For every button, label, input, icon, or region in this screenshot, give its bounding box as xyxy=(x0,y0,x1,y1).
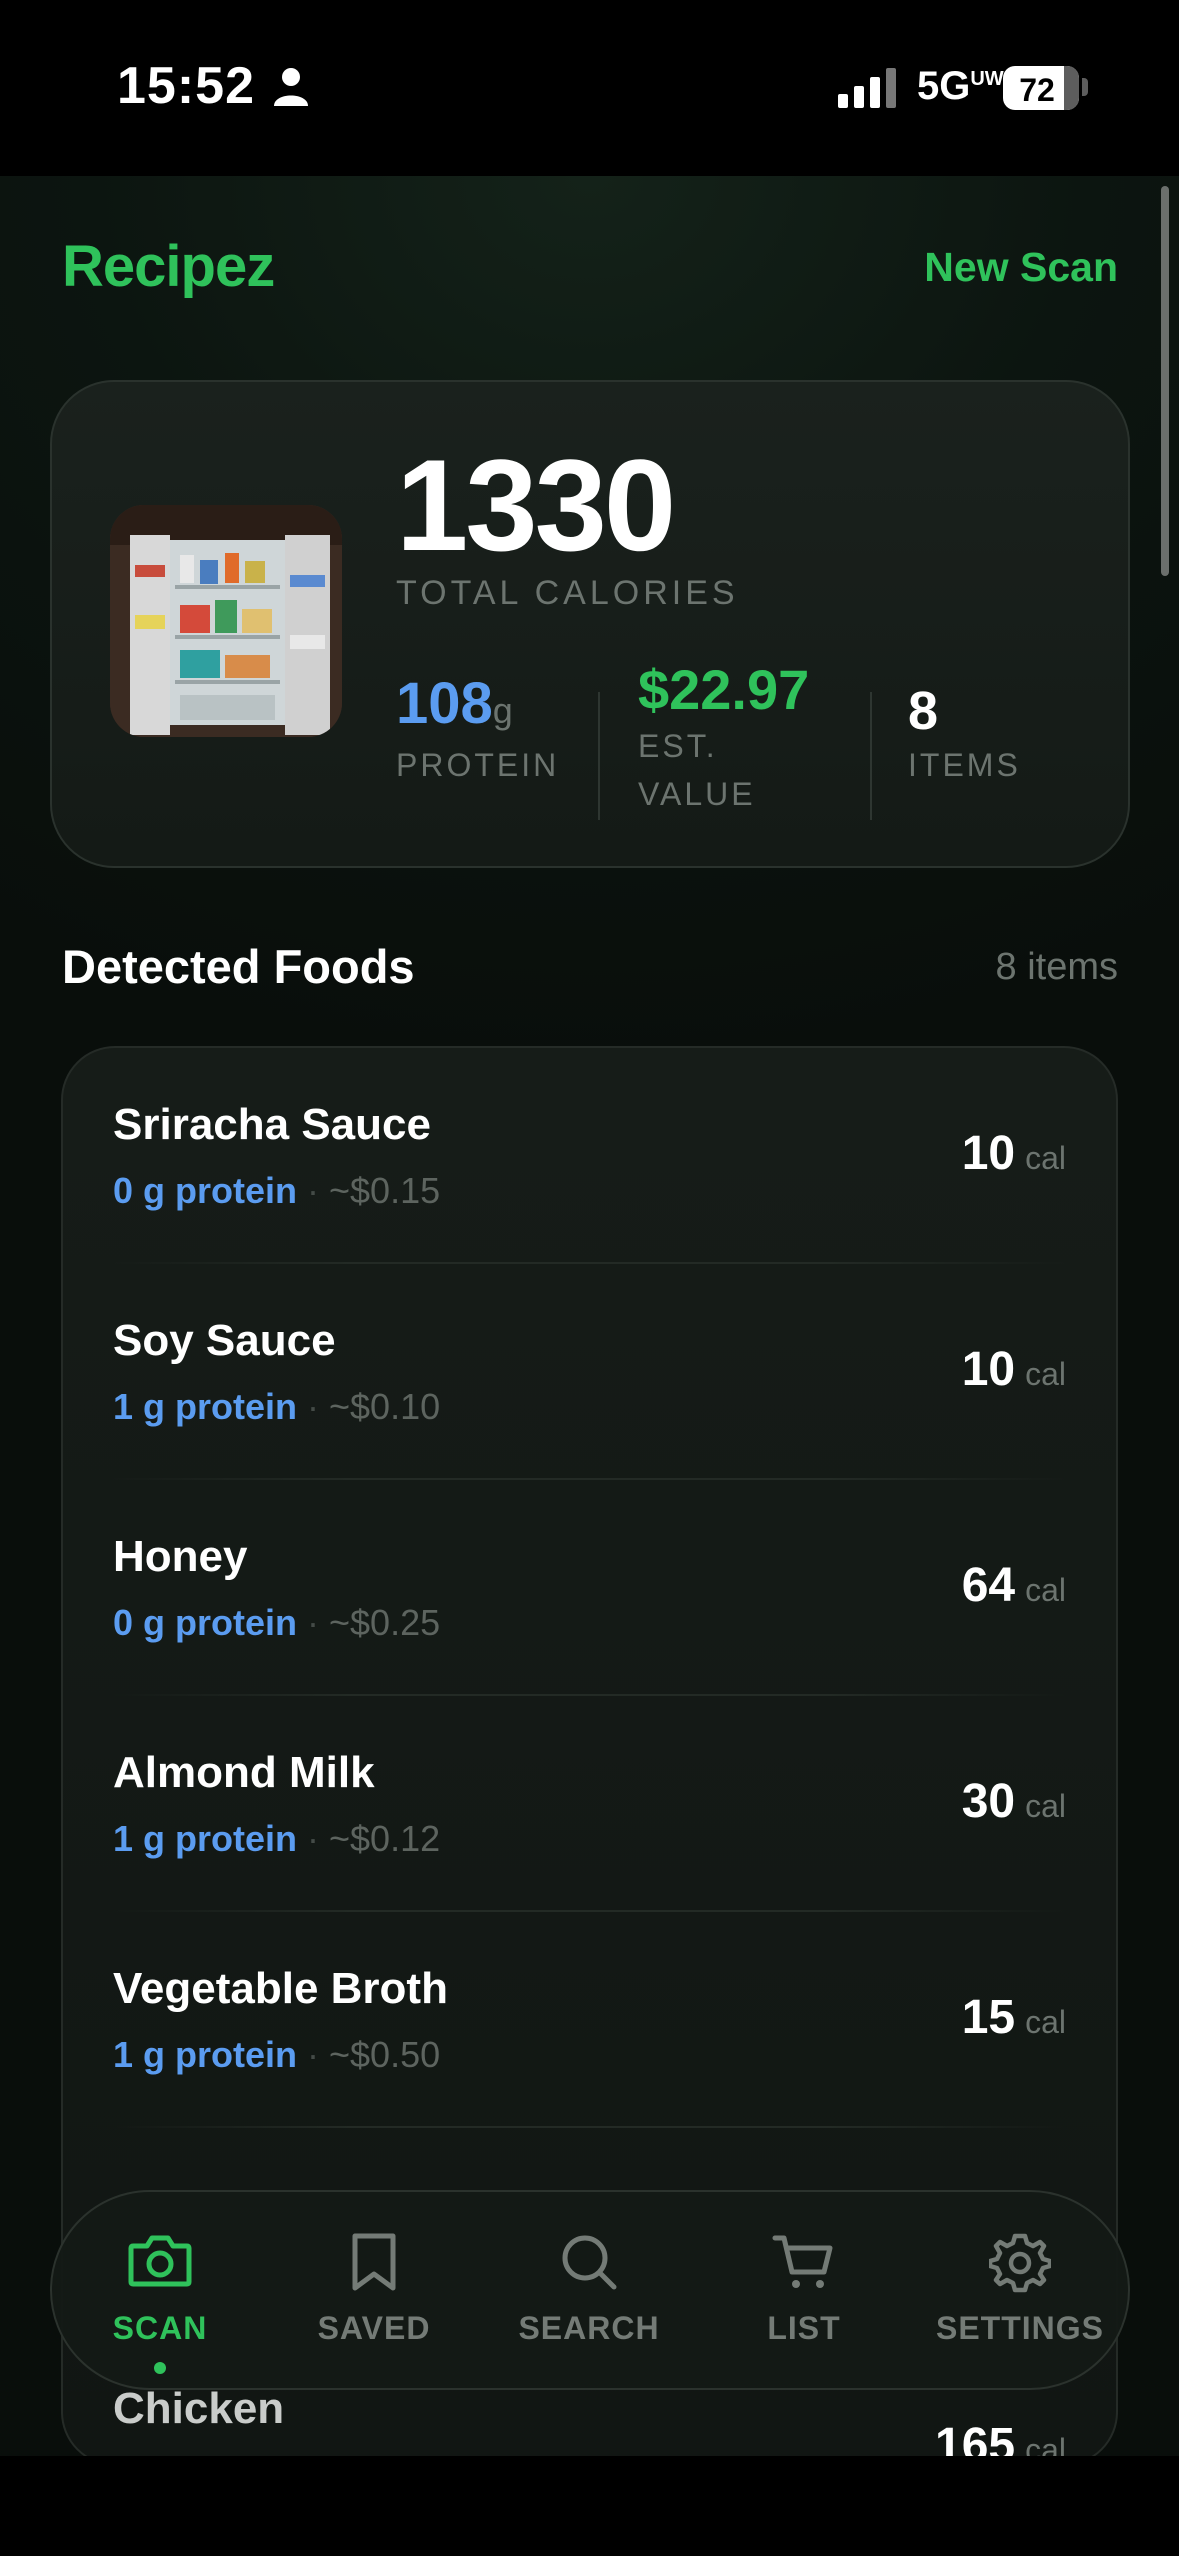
status-time: 15:52 xyxy=(117,57,255,115)
list-item[interactable]: Almond Milk 1 g protein · ~$0.12 30 cal xyxy=(63,1696,1116,1912)
protein-label: PROTEIN xyxy=(396,747,560,783)
stat-divider xyxy=(870,692,872,820)
scroll-indicator[interactable] xyxy=(1161,186,1169,576)
est-value-label: EST. VALUE xyxy=(638,728,756,812)
food-details: 0 g protein · ~$0.25 xyxy=(113,1602,441,1643)
tab-search[interactable]: SEARCH xyxy=(489,2192,689,2392)
active-tab-indicator xyxy=(154,2362,166,2374)
food-name: Soy Sauce xyxy=(113,1316,336,1365)
status-bar: 15:52 5GUW 72 xyxy=(0,0,1179,176)
food-calories: 15 cal xyxy=(961,1991,1066,2044)
total-calories-value: 1330 xyxy=(396,432,676,578)
tab-saved[interactable]: SAVED xyxy=(274,2192,474,2392)
tab-label: SEARCH xyxy=(518,2310,660,2346)
food-calories: 10 cal xyxy=(961,1343,1066,1396)
list-item[interactable]: Sriracha Sauce 0 g protein · ~$0.15 10 cal xyxy=(63,1048,1116,1264)
food-name: Almond Milk xyxy=(113,1748,375,1797)
home-indicator-area xyxy=(0,2456,1179,2556)
cellular-signal-icon xyxy=(838,68,896,108)
bookmark-icon xyxy=(352,2233,396,2291)
tab-label: SCAN xyxy=(112,2310,208,2346)
food-calories: 30 cal xyxy=(961,1775,1066,1828)
food-calories: 10 cal xyxy=(961,1127,1066,1180)
section-title: Detected Foods xyxy=(62,940,415,993)
stat-divider xyxy=(598,692,600,820)
person-icon xyxy=(274,68,308,106)
tab-label: LIST xyxy=(767,2310,841,2346)
food-details: 1 g protein · ~$0.12 xyxy=(113,1818,441,1859)
bottom-tab-bar: SCAN SAVED SEARCH LIST SETTINGS xyxy=(50,2190,1130,2390)
list-item[interactable]: Vegetable Broth 1 g protein · ~$0.50 15 cal xyxy=(63,1912,1116,2128)
battery-level: 72 xyxy=(1019,72,1055,108)
scan-photo[interactable] xyxy=(110,505,342,737)
food-details: 1 g protein · ~$0.50 xyxy=(113,2034,441,2075)
section-count: 8 items xyxy=(995,946,1118,988)
items-stat: 8 xyxy=(908,681,939,741)
fridge-photo-image xyxy=(110,505,342,737)
food-name: Vegetable Broth xyxy=(113,1964,448,2013)
est-value-stat: $22.97 xyxy=(638,658,810,721)
summary-card: 1330 TOTAL CALORIES 108g PROTEIN $22.97 … xyxy=(50,380,1130,868)
total-calories-label: TOTAL CALORIES xyxy=(396,574,739,612)
battery-tip xyxy=(1082,78,1088,96)
food-name: Honey xyxy=(113,1532,248,1581)
tab-settings[interactable]: SETTINGS xyxy=(920,2192,1120,2392)
items-label: ITEMS xyxy=(908,747,1021,783)
tab-label: SAVED xyxy=(317,2310,431,2346)
food-details: 1 g protein · ~$0.10 xyxy=(113,1386,441,1427)
battery-icon: 72 xyxy=(1003,66,1079,110)
tab-list[interactable]: LIST xyxy=(704,2192,904,2392)
food-name: Sriracha Sauce xyxy=(113,1100,431,1149)
new-scan-button[interactable]: New Scan xyxy=(924,244,1118,291)
app-title: Recipez xyxy=(62,234,275,299)
food-details: 0 g protein · ~$0.15 xyxy=(113,1170,441,1211)
camera-icon xyxy=(128,2235,192,2287)
list-item[interactable]: Soy Sauce 1 g protein · ~$0.10 10 cal xyxy=(63,1264,1116,1480)
food-calories: 64 cal xyxy=(961,1559,1066,1612)
network-label: 5GUW xyxy=(917,64,1004,108)
cart-icon xyxy=(772,2235,833,2288)
tab-scan[interactable]: SCAN xyxy=(60,2192,260,2392)
search-icon xyxy=(562,2235,617,2290)
gear-icon xyxy=(989,2233,1051,2293)
list-item[interactable]: Honey 0 g protein · ~$0.25 64 cal xyxy=(63,1480,1116,1696)
protein-stat: 108g xyxy=(396,671,513,736)
tab-label: SETTINGS xyxy=(935,2310,1104,2346)
